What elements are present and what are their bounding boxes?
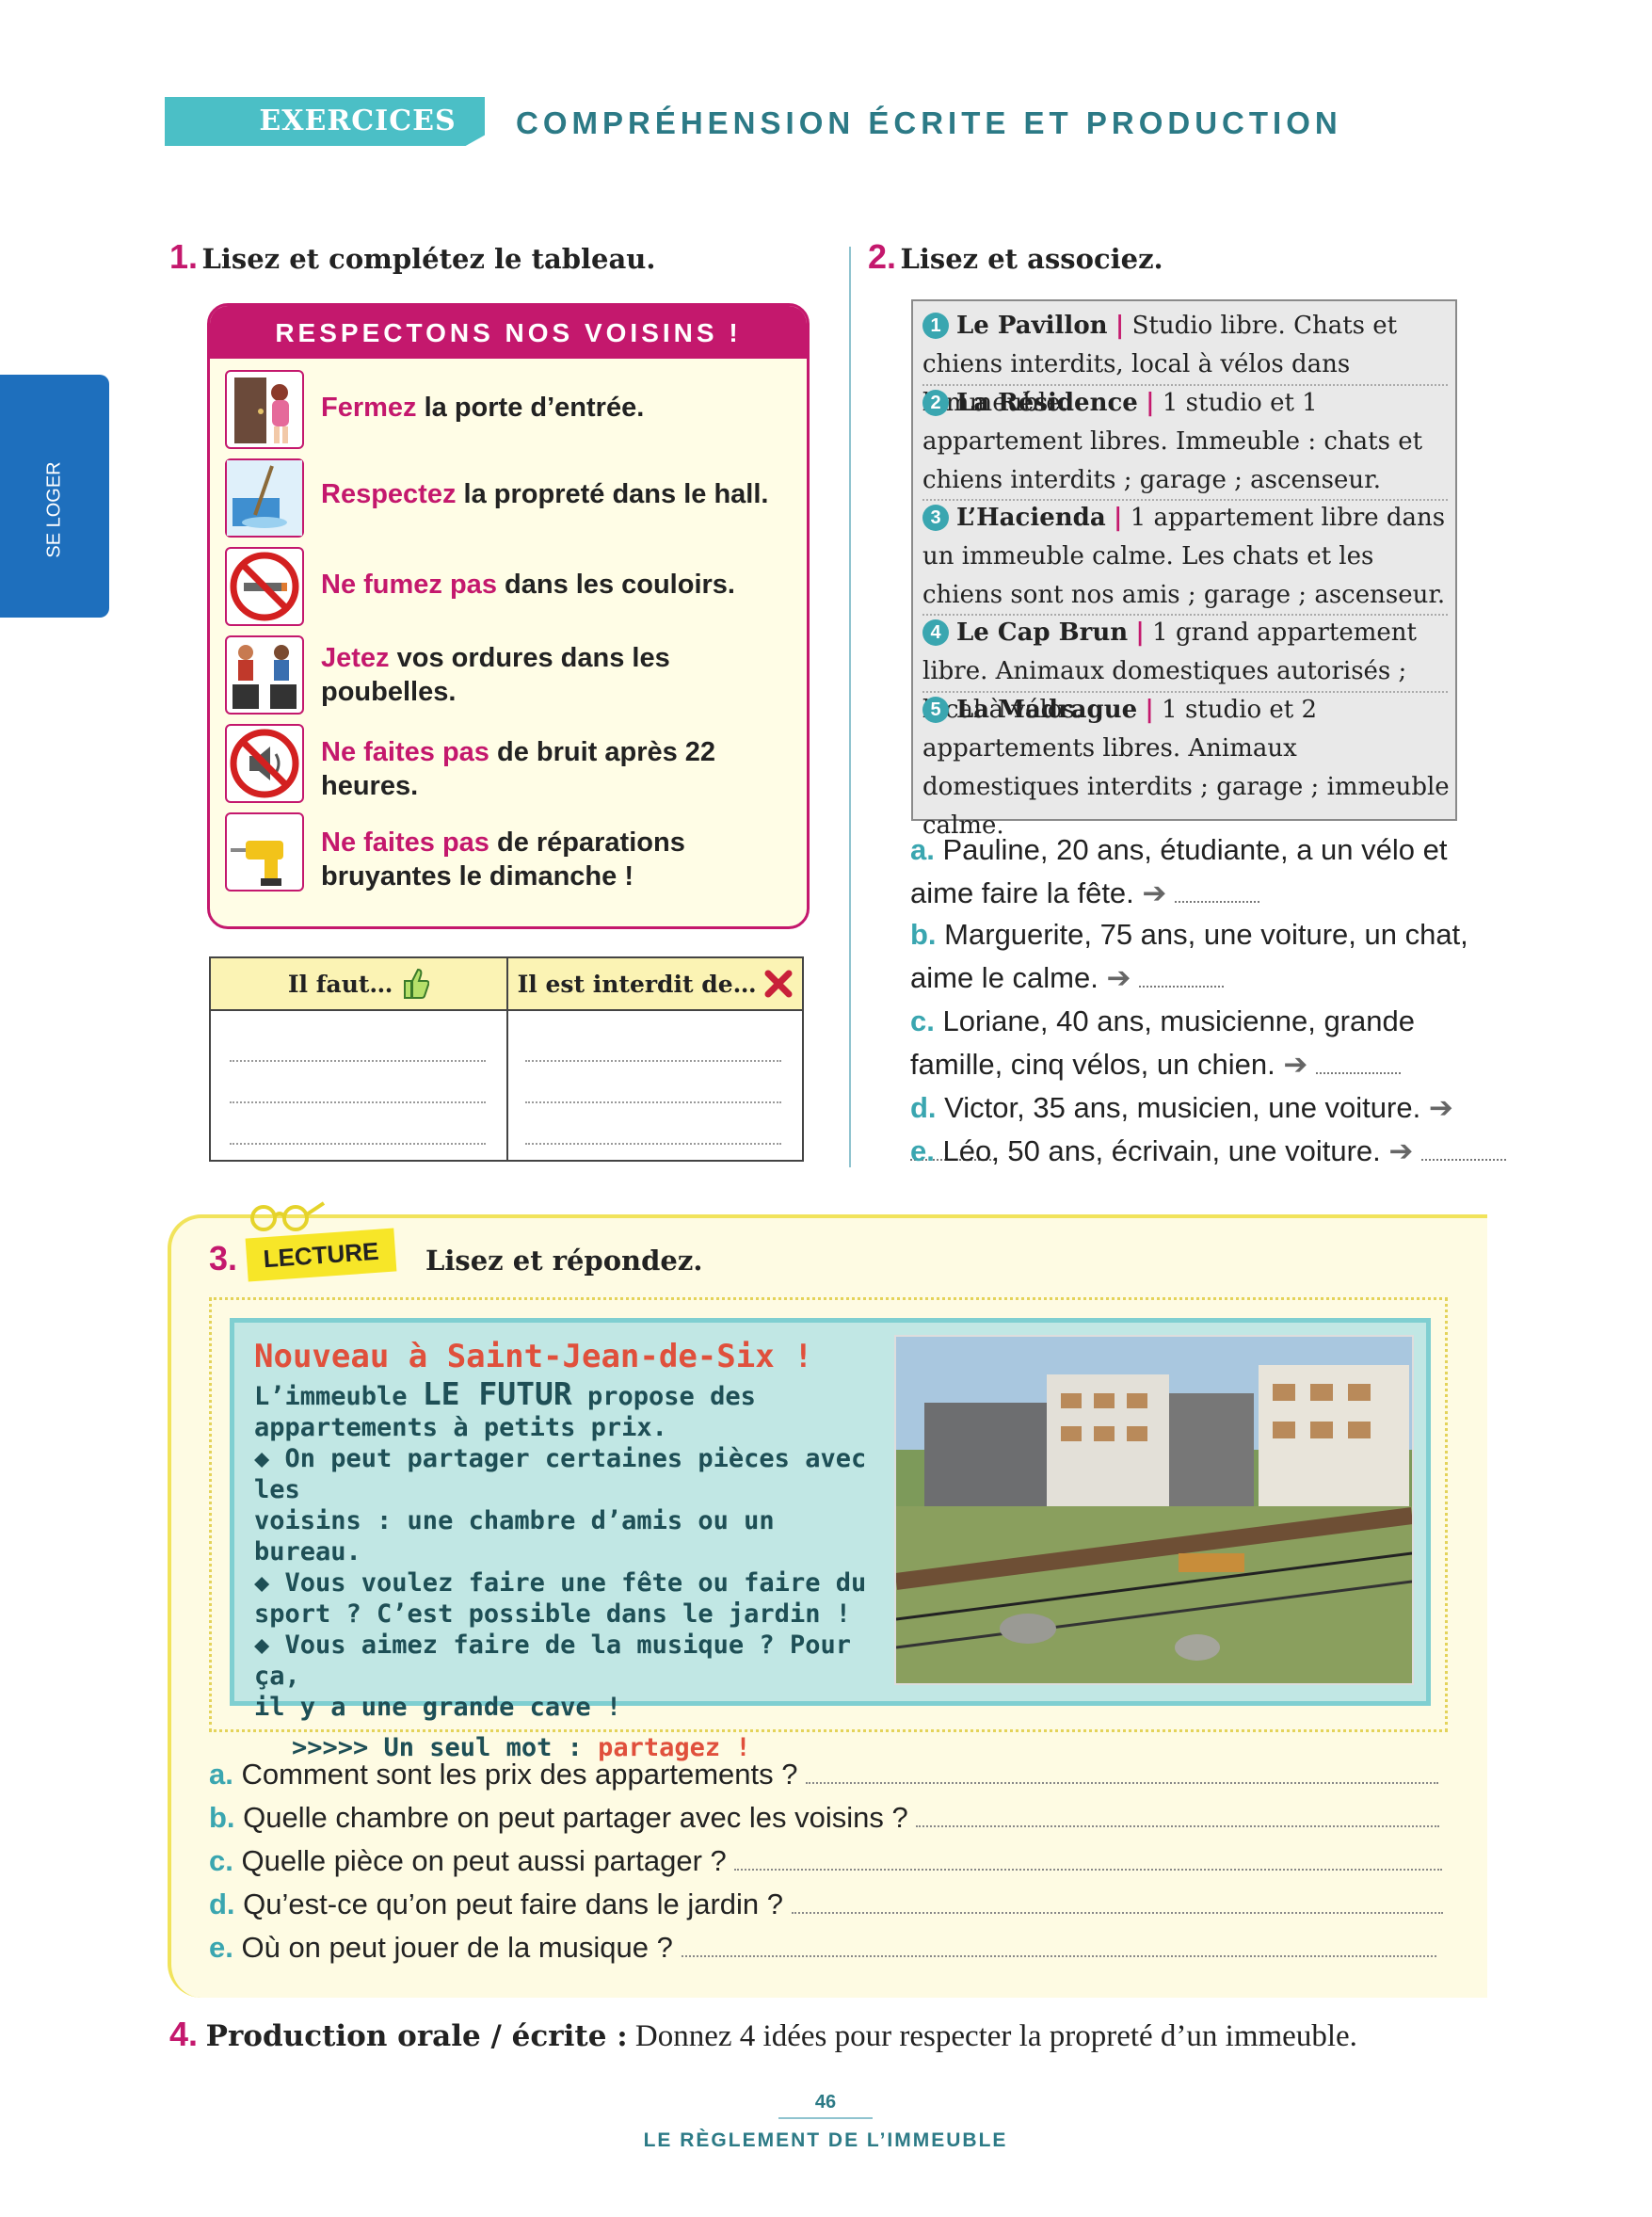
person-b: b. Marguerite, 75 ans, une voiture, un c… [910, 918, 1468, 994]
rule-5: Ne faites pas de bruit après 22 heures. [321, 737, 716, 801]
rules-box: RESPECTONS NOS VOISINS ! Fermez la porte… [207, 303, 810, 929]
section-tag: EXERCICES [165, 97, 485, 146]
person-c: c. Loriane, 40 ans, musicienne, grande fa… [910, 1004, 1415, 1081]
question-a: a. Comment sont les prix des appartement… [209, 1753, 1470, 1796]
rule-6: Ne faites pas de réparations bruyantes l… [321, 827, 685, 892]
apartment-ads-box: 1 Le Pavillon | Studio libre. Chats et ch… [911, 299, 1457, 840]
answer-blank[interactable] [1139, 986, 1225, 988]
cleaning-icon [225, 458, 304, 538]
question-b: b. Quelle chambre on peut partager avec … [209, 1796, 1470, 1839]
question-c: c. Quelle pièce on peut aussi partager ? [209, 1839, 1470, 1883]
ad-2: 2 La Résidence | 1 studio et 1 appartemen… [922, 389, 1423, 494]
answer-line[interactable] [525, 1060, 781, 1062]
glasses-icon [250, 1201, 326, 1231]
table-header-must: Il faut… [211, 958, 506, 1011]
ad-3: 3 L’Hacienda | 1 appartement libre dans u… [922, 504, 1446, 609]
answer-blank[interactable] [806, 1782, 1439, 1784]
arrow-icon: ➔ [1388, 1134, 1414, 1167]
exercise-instruction: Lisez et répondez. [425, 1245, 703, 1277]
no-smoking-icon [225, 547, 304, 626]
answer-blank[interactable] [1175, 901, 1260, 903]
page-number: 46 [778, 2092, 873, 2119]
cross-icon [764, 970, 793, 998]
answer-line[interactable] [230, 1060, 486, 1062]
arrow-icon: ➔ [1428, 1091, 1453, 1124]
rule-4: Jetez vos ordures dans les poubelles. [321, 643, 670, 707]
exercise-prompt: Donnez 4 idées pour respecter la propret… [627, 2019, 1357, 2053]
answer-blank[interactable] [734, 1869, 1443, 1871]
answer-line[interactable] [525, 1143, 781, 1145]
answer-line[interactable] [525, 1101, 781, 1103]
building-photo [894, 1335, 1414, 1685]
exercise-instruction: Production orale / écrite : [205, 2019, 628, 2053]
answer-blank[interactable] [1315, 1072, 1401, 1074]
door-icon [225, 370, 304, 449]
answer-line[interactable] [230, 1143, 486, 1145]
exercise-number: 3. [209, 1239, 238, 1277]
question-d: d. Qu’est-ce qu’on peut faire dans le ja… [209, 1883, 1470, 1926]
exercise-4: 4. Production orale / écrite : Donnez 4 … [169, 2013, 1487, 2058]
footer-title: LE RÈGLEMENT DE L’IMMEUBLE [643, 2129, 1008, 2151]
table-header-forbidden: Il est interdit de… [508, 958, 802, 1011]
building-ad-text: Nouveau à Saint-Jean-de-Six ! L’immeuble… [254, 1335, 875, 1763]
answer-blank[interactable] [681, 1955, 1436, 1957]
exercise-number: 1. [169, 237, 199, 276]
exercise-instruction: Lisez et associez. [900, 243, 1163, 275]
exercise-instruction: Lisez et complétez le tableau. [201, 243, 656, 275]
question-e: e. Où on peut jouer de la musique ? [209, 1926, 1470, 1969]
arrow-icon: ➔ [1283, 1048, 1308, 1081]
trash-bins-icon [225, 635, 304, 715]
person-a: a. Pauline, 20 ans, étudiante, a un vélo… [910, 833, 1448, 909]
page-title: COMPRÉHENSION ÉCRITE ET PRODUCTION [516, 105, 1342, 140]
answer-line[interactable] [230, 1101, 486, 1103]
rule-3: Ne fumez pas dans les couloirs. [321, 570, 735, 600]
exercise-1-heading: 1. Lisez et complétez le tableau. [169, 237, 655, 277]
thumbs-up-icon [404, 968, 430, 999]
answer-blank[interactable] [791, 1912, 1443, 1914]
exercise-number: 2. [868, 237, 897, 276]
side-tab-label: SE LOGER [43, 461, 65, 558]
arrow-icon: ➔ [1106, 961, 1131, 994]
person-e: e. Léo, 50 ans, écrivain, une voiture. ➔ [910, 1130, 1513, 1173]
ad-5: 5 La Madrague | 1 studio et 2 appartement… [922, 696, 1450, 840]
answer-blank[interactable] [916, 1825, 1440, 1827]
rule-1: Fermez la porte d’entrée. [321, 393, 645, 423]
column-divider [849, 247, 851, 1167]
exercise-2-heading: 2. Lisez et associez. [868, 237, 1163, 277]
arrow-icon: ➔ [1142, 876, 1167, 909]
building-ad-title: Nouveau à Saint-Jean-de-Six ! [254, 1338, 813, 1375]
answer-blank[interactable] [1421, 1159, 1506, 1161]
table-divider [506, 958, 508, 1160]
exercise-number: 4. [169, 2015, 199, 2053]
answer-table: Il faut… Il est interdit de… [209, 956, 804, 1162]
rules-box-title: RESPECTONS NOS VOISINS ! [210, 306, 807, 359]
drill-icon [225, 812, 304, 892]
rule-2: Respectez la propreté dans le hall. [321, 479, 769, 509]
no-noise-icon [225, 724, 304, 803]
